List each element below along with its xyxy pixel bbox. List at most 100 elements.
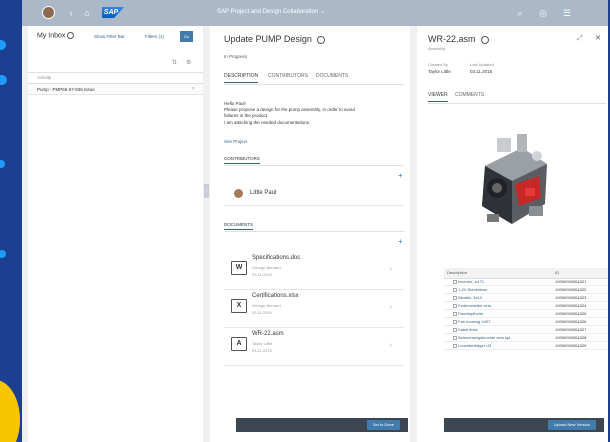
row-checkbox[interactable] [453, 319, 457, 324]
table-row[interactable]: Beleuchtungsleuchte vers kpl 100000000043… [444, 333, 608, 342]
engine-3d-model[interactable] [467, 126, 557, 236]
table-row[interactable]: Fischtopfhoim 10000000004325 [444, 309, 608, 318]
excel-file-icon: X [231, 299, 247, 313]
background-dot [0, 250, 6, 258]
chevron-down-icon: ⌄ [319, 9, 325, 15]
divider [224, 165, 404, 166]
part-id: 10000000004323 [552, 293, 608, 303]
part-description-text: Kabel links [458, 326, 478, 332]
part-id: 10000000004322 [552, 285, 608, 295]
tab-description[interactable]: DESCRIPTION [224, 73, 259, 83]
tab-viewer[interactable]: VIEWER [428, 92, 448, 102]
background-shape [0, 380, 20, 442]
row-checkbox[interactable] [453, 296, 457, 301]
table-row[interactable]: Fan housing X457 10000000004326 [444, 317, 608, 326]
back-icon[interactable]: ‹ [66, 8, 76, 18]
shell-title[interactable]: SAP Project and Design Collaboration ⌄ [217, 8, 325, 15]
part-description: Fan housing X457 [444, 317, 553, 326]
table-row[interactable]: inventor_w171 10000000004321 [444, 278, 608, 287]
background-dot [0, 160, 5, 168]
part-description: Beleuchtungsleuchte vers kpl [444, 333, 553, 342]
user-avatar[interactable] [42, 6, 55, 19]
list-item[interactable]: Pump : PMP65-67-836 Issue › [28, 84, 203, 95]
table-row[interactable]: 1-2V-Stecktdose 10000000004322 [444, 285, 608, 295]
filters-link[interactable]: Filters (1) [145, 34, 164, 39]
viewer-footer: Upload New Version [444, 418, 604, 432]
fullscreen-icon[interactable]: ⤢ [577, 35, 583, 43]
activity-header: Activity [37, 75, 52, 80]
tab-documents[interactable]: DOCUMENTS [316, 73, 348, 79]
row-checkbox[interactable] [453, 343, 457, 348]
add-contributor-icon[interactable]: + [398, 171, 403, 180]
chevron-right-icon: › [389, 342, 392, 349]
background-dot [0, 40, 6, 50]
part-id: 10000000004329 [552, 341, 608, 350]
add-document-icon[interactable]: + [398, 237, 403, 246]
document-item[interactable]: W Specifications.doc George Bernard 03.1… [224, 252, 404, 290]
row-checkbox[interactable] [453, 335, 457, 340]
part-description: Blindkk. 3x10 [444, 293, 553, 303]
expand-left-icon[interactable]: › [204, 184, 209, 198]
assembly-file-icon: A [231, 337, 247, 351]
description-line: Hello Paul! [224, 101, 246, 106]
row-checkbox[interactable] [453, 280, 457, 285]
table-row[interactable]: Federscheibe vers. 10000000004324 [444, 301, 608, 311]
row-checkbox[interactable] [453, 311, 457, 316]
updated-value: 03.11.2015 [470, 69, 493, 74]
row-checkbox[interactable] [453, 304, 457, 309]
close-icon[interactable]: ✕ [595, 34, 601, 42]
divider [224, 231, 404, 232]
parts-table: Description ID inventor_w171 100000000043… [444, 268, 608, 350]
part-description-text: Federscheibe vers. [458, 303, 493, 309]
show-filter-link[interactable]: Show Filter Bar [94, 34, 125, 39]
part-description-text: Beleuchtungsleuchte vers kpl [458, 334, 511, 340]
document-item[interactable]: A WR-22.asm Taylor Little 03.11.2015 › [224, 328, 404, 366]
contributor-item[interactable]: Little Paul [224, 184, 404, 206]
chevron-right-icon: › [389, 266, 392, 273]
row-checkbox[interactable] [453, 288, 457, 293]
created-by-label: Created By [428, 62, 449, 67]
part-id: 10000000004328 [552, 333, 608, 342]
tab-comments[interactable]: COMMENTS [455, 92, 484, 98]
set-to-done-button[interactable]: Set to Done [366, 420, 400, 430]
part-description-text: Blindkk. 3x10 [458, 295, 482, 301]
sort-icon[interactable]: ⇅ [172, 59, 177, 66]
part-id: 10000000004321 [552, 278, 608, 287]
document-author: Taylor Little [252, 341, 273, 346]
status-text: In Progress [224, 54, 248, 59]
viewer-subtitle: Assembly [428, 46, 446, 51]
document-date: 03.11.2015 [252, 310, 272, 315]
column-header-id[interactable]: ID [552, 268, 608, 279]
table-row[interactable]: Kabel links 10000000004327 [444, 325, 608, 334]
tab-contributors[interactable]: CONTRIBUTORS [268, 73, 308, 79]
table-header-row: Description ID [444, 268, 608, 279]
settings-icon[interactable]: ⚙ [186, 59, 191, 66]
search-icon[interactable]: ⌕ [515, 8, 525, 18]
inbox-title: My Inbox [37, 32, 75, 39]
see-project-link[interactable]: See Project [224, 139, 247, 144]
table-row[interactable]: Blindkk. 3x10 10000000004323 [444, 293, 608, 303]
detail-title-text: Update PUMP Design [224, 34, 312, 44]
home-icon[interactable]: ⌂ [82, 8, 92, 18]
document-item[interactable]: X Certifications.xlsx George Bernard 03.… [224, 290, 404, 328]
info-icon[interactable] [67, 32, 75, 39]
notifications-icon[interactable]: ◎ [538, 8, 548, 18]
description-line: Please propose a design for the pump ass… [224, 107, 355, 112]
sap-logo: SAP [102, 7, 124, 18]
table-row[interactable]: Leuchtenträger U3 10000000004329 [444, 341, 608, 350]
go-button[interactable]: Go [180, 31, 193, 42]
inbox-panel: My Inbox Show Filter Bar Filters (1) Go … [28, 26, 203, 442]
column-header-description[interactable]: Description [444, 268, 553, 279]
contributors-header: CONTRIBUTORS [224, 156, 260, 164]
row-checkbox[interactable] [453, 327, 457, 332]
background-dot [0, 75, 7, 85]
detail-footer: Set to Done [236, 418, 408, 432]
word-file-icon: W [231, 261, 247, 275]
menu-icon[interactable]: ☰ [562, 8, 572, 18]
part-description-text: Fan housing X457 [458, 318, 491, 324]
divider [224, 84, 404, 85]
info-icon[interactable] [481, 35, 490, 44]
info-icon[interactable] [317, 35, 326, 44]
part-description: Kabel links [444, 325, 553, 334]
upload-new-version-button[interactable]: Upload New Version [547, 420, 596, 430]
